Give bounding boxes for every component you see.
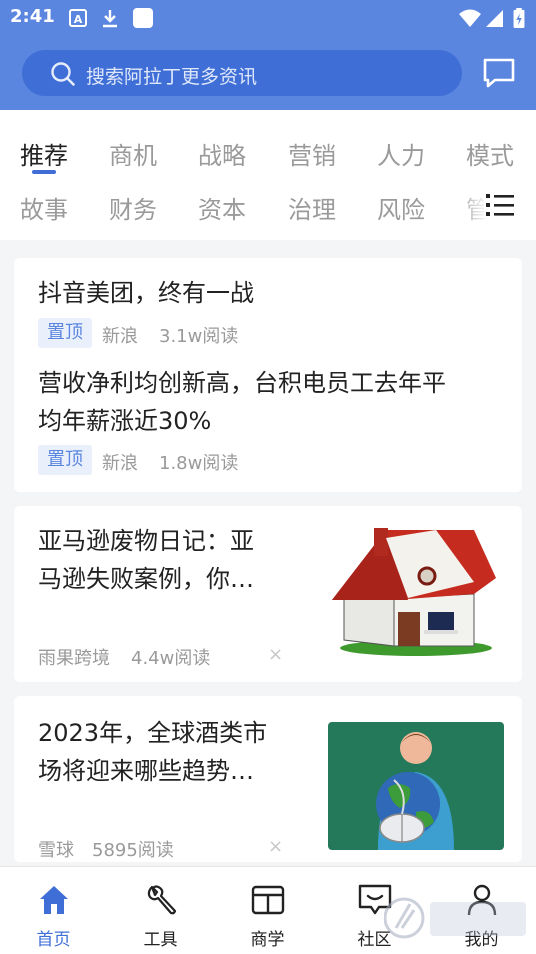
article-title-line1[interactable]: 2023年，全球酒类市 <box>38 714 267 752</box>
tab-marketing[interactable]: 营销 <box>288 136 336 171</box>
status-bar: 2:41 A <box>0 0 536 36</box>
pinned-title-2-line1[interactable]: 营收净利均创新高，台积电员工去年平 <box>38 364 446 402</box>
tab-capital[interactable]: 资本 <box>198 190 246 225</box>
dismiss-icon[interactable]: × <box>268 644 283 665</box>
wrench-icon <box>147 885 177 915</box>
article-card[interactable]: 2023年，全球酒类市 场将迎来哪些趋势… 雪球 5895阅读 × <box>14 696 522 862</box>
dismiss-icon[interactable]: × <box>268 836 283 857</box>
message-icon[interactable] <box>482 56 516 90</box>
search-placeholder: 搜索阿拉丁更多资讯 <box>86 66 258 88</box>
board-icon <box>251 885 285 915</box>
article-title-line1[interactable]: 亚马逊废物日记：亚 <box>38 522 254 560</box>
wifi-icon <box>459 9 481 27</box>
font-app-icon: A <box>69 9 87 27</box>
tab-finance[interactable]: 财务 <box>109 190 157 225</box>
article-title-line2[interactable]: 马逊失败案例，你… <box>38 560 254 598</box>
pinned-badge: 置顶 <box>38 445 92 475</box>
nav-label: 工具 <box>143 930 178 950</box>
tab-recommend[interactable]: 推荐 <box>20 136 68 171</box>
cellular-signal-icon <box>486 10 503 27</box>
read-count: 4.4w阅读 <box>131 648 211 669</box>
tab-story[interactable]: 故事 <box>20 190 68 225</box>
tab-risk[interactable]: 风险 <box>377 190 425 225</box>
svg-text:A: A <box>74 13 83 26</box>
download-icon <box>103 10 117 28</box>
battery-icon <box>513 8 525 28</box>
pinned-news-card: 抖音美团，终有一战 置顶 新浪 3.1w阅读 营收净利均创新高，台积电员工去年平… <box>14 258 522 492</box>
tab-hr[interactable]: 人力 <box>377 136 425 171</box>
search-icon <box>51 62 75 86</box>
source-label: 新浪 <box>102 453 138 474</box>
app-header: 2:41 A 搜索阿拉丁更多资讯 <box>0 0 536 110</box>
house-illustration <box>324 528 500 656</box>
nav-business-school[interactable]: 商学 <box>214 867 321 954</box>
search-bar[interactable]: 搜索阿拉丁更多资讯 <box>22 50 462 96</box>
read-count: 3.1w阅读 <box>159 326 239 347</box>
watermark-logo <box>384 897 526 939</box>
nav-label: 商学 <box>250 930 285 950</box>
tab-strategy[interactable]: 战略 <box>198 136 246 171</box>
read-count: 5895阅读 <box>92 840 174 861</box>
nav-tools[interactable]: 工具 <box>107 867 214 954</box>
pinned-badge: 置顶 <box>38 318 92 348</box>
nav-home[interactable]: 首页 <box>0 867 107 954</box>
source-label: 雨果跨境 <box>38 648 110 669</box>
home-icon <box>40 886 68 914</box>
pinned-title-2-line2[interactable]: 均年薪涨近30% <box>38 402 211 440</box>
pinned-title-1[interactable]: 抖音美团，终有一战 <box>38 274 254 312</box>
nav-label: 首页 <box>36 930 71 950</box>
read-count: 1.8w阅读 <box>159 453 239 474</box>
category-menu-icon[interactable] <box>484 190 516 220</box>
tab-governance[interactable]: 治理 <box>288 190 336 225</box>
active-tab-indicator <box>32 170 56 174</box>
status-time: 2:41 <box>10 6 55 27</box>
tab-business-opportunity[interactable]: 商机 <box>109 136 157 171</box>
article-title-line2[interactable]: 场将迎来哪些趋势… <box>38 752 254 790</box>
source-label: 新浪 <box>102 326 138 347</box>
article-card[interactable]: 亚马逊废物日记：亚 马逊失败案例，你… 雨果跨境 4.4w阅读 × <box>14 506 522 682</box>
app-notification-icon <box>133 8 153 28</box>
tab-model[interactable]: 模式 <box>466 136 514 171</box>
globe-mouse-illustration <box>328 722 504 850</box>
source-label: 雪球 <box>38 840 74 861</box>
